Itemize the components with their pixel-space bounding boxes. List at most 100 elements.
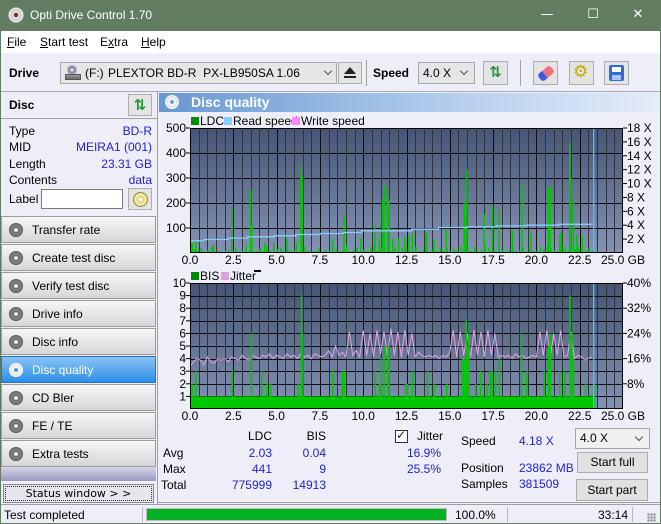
nav-extra-tests[interactable]: Extra tests: [1, 440, 156, 467]
samples-label: Samples: [461, 477, 508, 491]
close-button[interactable]: ✕: [615, 0, 661, 31]
nav-disc-quality[interactable]: Disc quality: [1, 356, 156, 383]
speed-select[interactable]: 4.0 X: [418, 62, 475, 84]
disc-gear-icon: [9, 251, 23, 265]
position-label: Position: [461, 461, 504, 475]
maximize-button[interactable]: ☐: [570, 0, 616, 31]
progress-percent: 100.0%: [455, 508, 496, 522]
menu-file[interactable]: File: [7, 35, 26, 49]
progress-fill: [147, 509, 446, 520]
eject-button[interactable]: [338, 62, 362, 84]
progress-bar: [146, 508, 447, 521]
stats-max-bis: 9: [319, 462, 326, 476]
checkmark-icon: ✓: [396, 428, 407, 442]
resize-grip-icon[interactable]: [647, 513, 656, 522]
disc-gear-icon: [9, 279, 23, 293]
elapsed-time: 33:14: [597, 508, 628, 522]
status-separator: [507, 507, 508, 522]
jitter-checkbox[interactable]: ✓: [395, 428, 408, 443]
nav-cd-bler[interactable]: CD Bler: [1, 384, 156, 411]
refresh-icon: ⇅: [133, 96, 147, 114]
toolbar-separator: [520, 60, 521, 86]
nav-label: Create test disc: [32, 251, 116, 265]
save-icon: [609, 65, 624, 81]
nav-footer-strip: [1, 467, 156, 481]
stats-avg-label: Avg: [163, 446, 184, 460]
refresh-icon: ⇅: [489, 63, 502, 81]
samples-value: 381509: [519, 477, 560, 491]
speed-label: Speed: [373, 66, 410, 80]
status-separator: [142, 507, 143, 522]
toolbar-separator: [366, 60, 367, 86]
status-window-button[interactable]: Status window > >: [3, 484, 154, 503]
nav-verify-test-disc[interactable]: Verify test disc: [1, 272, 156, 299]
menu-text: elp: [149, 35, 166, 49]
disc-label-input[interactable]: [41, 189, 123, 209]
stats-total-label: Total: [161, 478, 187, 492]
menu-bar: File Start test Extra Help: [0, 31, 661, 53]
chevron-down-icon: [323, 66, 333, 76]
status-separator: [632, 507, 633, 522]
minimize-icon: —: [540, 7, 554, 22]
nav-transfer-rate[interactable]: Transfer rate: [1, 216, 156, 243]
menu-start-test[interactable]: Start test: [40, 35, 88, 49]
nav-fe-te[interactable]: FE / TE: [1, 412, 156, 439]
start-full-button[interactable]: Start full: [577, 452, 648, 473]
nav-label: Extra tests: [32, 447, 89, 461]
nav-drive-info[interactable]: Drive info: [1, 300, 156, 327]
stats-avg-jitter: 16.9%: [406, 446, 441, 460]
stats-avg-ldc: 2.03: [248, 446, 272, 460]
status-text: Test completed: [4, 508, 85, 522]
close-icon: ✕: [632, 7, 644, 22]
disc-type-label: Type: [9, 124, 36, 138]
disc-type-value: BD-R: [122, 124, 152, 138]
chevron-down-icon: [459, 66, 469, 76]
disc-quality-icon: [165, 95, 179, 109]
disc-label-button[interactable]: [128, 188, 152, 210]
menu-accelerator: S: [40, 35, 49, 49]
save-icon-shutter: [612, 75, 621, 80]
test-speed-select[interactable]: 4.0 X: [575, 428, 650, 449]
drive-letter: (F:): [85, 66, 104, 80]
settings-gear-icon: ⚙: [573, 62, 589, 82]
speed-readout-label: Speed: [461, 434, 496, 448]
menu-help[interactable]: Help: [141, 35, 166, 49]
stats-total-ldc: 775999: [231, 478, 272, 492]
title-bar: Opti Drive Control 1.70 — ☐ ✕: [0, 0, 661, 31]
nav-create-test-disc[interactable]: Create test disc: [1, 244, 156, 271]
minimize-button[interactable]: —: [524, 0, 570, 31]
settings-button[interactable]: ⚙: [569, 61, 594, 85]
divider: [0, 118, 157, 119]
position-value: 23862 MB: [519, 461, 574, 475]
disc-contents-value: data: [128, 173, 152, 187]
refresh-button[interactable]: ⇅: [483, 61, 508, 85]
drive-select[interactable]: (F:) PLEXTOR BD-R PX-LB950SA 1.06: [60, 62, 337, 84]
erase-button[interactable]: [533, 61, 558, 85]
disc-label-label: Label: [9, 192, 39, 206]
start-part-button[interactable]: Start part: [576, 479, 648, 501]
menu-text: ile: [14, 35, 27, 49]
menu-text: tra: [114, 35, 129, 49]
drive-icon: [65, 65, 81, 81]
drive-body-shape: [65, 74, 81, 80]
eraser-icon: [536, 64, 556, 83]
speed-select-value: 4.0 X: [423, 66, 452, 80]
disc-contents-label: Contents: [9, 173, 58, 187]
menu-text: tart test: [48, 35, 89, 49]
disc-gear-icon: [9, 419, 23, 433]
status-window-label: Status window > >: [5, 486, 152, 501]
menu-accelerator: H: [141, 35, 150, 49]
eject-bar: [344, 76, 356, 78]
nav-disc-info[interactable]: Disc info: [1, 328, 156, 355]
chevron-down-icon: [634, 432, 644, 442]
window-title: Opti Drive Control 1.70: [30, 8, 153, 22]
save-icon-label: [612, 67, 621, 72]
disc-refresh-button[interactable]: ⇅: [128, 94, 152, 116]
stats-max-label: Max: [163, 462, 186, 476]
save-button[interactable]: [604, 61, 629, 85]
nav-label: Disc quality: [32, 363, 94, 377]
menu-extra[interactable]: Extra: [100, 35, 128, 49]
eject-icon: [344, 67, 356, 74]
stats-total-bis: 14913: [292, 478, 326, 492]
nav-label: FE / TE: [32, 419, 73, 433]
